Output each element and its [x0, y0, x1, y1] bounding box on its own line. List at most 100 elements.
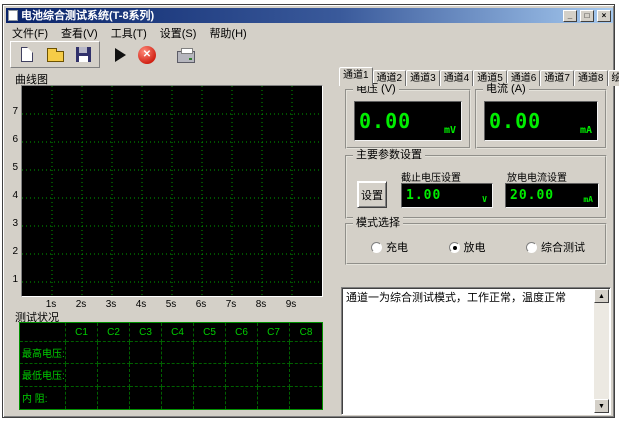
menu-item-4[interactable]: 设置(S)	[160, 25, 197, 41]
toolbar	[6, 41, 613, 68]
mode-radio-label: 综合测试	[541, 239, 585, 255]
app-icon	[8, 10, 18, 21]
parameters-group-label: 主要参数设置	[353, 149, 425, 162]
menu-item-1[interactable]: 文件(F)	[12, 25, 48, 41]
x-tick-label: 6s	[192, 299, 210, 310]
status-value-cell	[290, 364, 322, 386]
column-header-C3: C3	[130, 323, 162, 342]
status-value-cell	[162, 342, 194, 364]
column-header-C6: C6	[226, 323, 258, 342]
tab-3[interactable]: 通道3	[406, 70, 440, 86]
current-unit: mA	[575, 102, 597, 140]
chart-grid	[22, 86, 322, 296]
status-value-cell	[162, 364, 194, 386]
menu-item-5[interactable]: 帮助(H)	[209, 25, 246, 41]
status-value-cell	[258, 364, 290, 386]
status-table: C1C2C3C4C5C6C7C8最高电压:最低电压:内 阻:	[19, 322, 323, 410]
status-value-cell	[98, 342, 130, 364]
x-tick-label: 7s	[222, 299, 240, 310]
new-file-button[interactable]	[16, 44, 38, 65]
x-tick-label: 5s	[162, 299, 180, 310]
x-tick-label: 8s	[252, 299, 270, 310]
parameters-group: 主要参数设置 设置 截止电压设置 1.00 V 放电电流设置 20.00 mA	[345, 155, 607, 219]
radio-button-icon	[449, 242, 460, 253]
settings-button[interactable]: 设置	[357, 181, 387, 208]
mode-radio-label: 充电	[386, 239, 408, 255]
cutoff-voltage-unit: V	[477, 184, 492, 207]
chart-plot-area	[21, 85, 323, 297]
status-value-cell	[194, 387, 226, 409]
tab-8[interactable]: 通道8	[574, 70, 608, 86]
device-settings-button[interactable]	[175, 44, 197, 65]
mode-radio-3[interactable]: 综合测试	[526, 239, 585, 255]
y-tick-label: 6	[6, 134, 18, 145]
menu-item-3[interactable]: 工具(T)	[111, 25, 147, 41]
stop-test-button[interactable]	[136, 44, 158, 65]
open-file-button[interactable]	[44, 44, 66, 65]
mode-radio-2[interactable]: 放电	[449, 239, 486, 255]
discharge-current-label: 放电电流设置	[507, 169, 567, 184]
x-tick-label: 4s	[132, 299, 150, 310]
file-tool-group	[10, 41, 100, 68]
status-value-cell	[66, 364, 98, 386]
save-floppy-icon	[76, 47, 91, 62]
column-header-C1: C1	[66, 323, 98, 342]
mode-group: 模式选择 充电放电综合测试	[345, 223, 607, 265]
window-title: 电池综合测试系统(T-8系列)	[21, 9, 560, 23]
discharge-current-display: 20.00 mA	[505, 183, 599, 208]
column-header-C8: C8	[290, 323, 322, 342]
current-group: 电流 (A) 0.00 mA	[475, 89, 607, 149]
discharge-current-unit: mA	[578, 184, 598, 207]
status-value-cell	[130, 342, 162, 364]
open-folder-icon	[47, 51, 64, 62]
play-icon	[115, 48, 126, 62]
column-header-C2: C2	[98, 323, 130, 342]
status-value-cell	[226, 342, 258, 364]
radio-button-icon	[526, 242, 537, 253]
status-value-cell	[290, 387, 322, 409]
tab-1[interactable]: 通道1	[339, 67, 373, 86]
row-label-2: 最低电压:	[20, 364, 66, 386]
chart-y-axis: 7654321	[5, 85, 19, 297]
tab-9[interactable]: 绘图	[608, 70, 619, 86]
mode-radio-1[interactable]: 充电	[371, 239, 408, 255]
maximize-button[interactable]: □	[580, 10, 594, 22]
log-message: 通道一为综合测试模式，工作正常，温度正常	[346, 291, 590, 305]
minimize-button[interactable]: _	[563, 10, 577, 22]
row-label-3: 内 阻:	[20, 387, 66, 409]
current-display: 0.00 mA	[484, 101, 598, 141]
tab-7[interactable]: 通道7	[540, 70, 574, 86]
scroll-down-button[interactable]	[594, 399, 609, 413]
chart-x-axis: 1s2s3s4s5s6s7s8s9s	[21, 299, 323, 311]
y-tick-label: 4	[6, 190, 18, 201]
stop-icon	[138, 46, 156, 64]
status-value-cell	[66, 387, 98, 409]
cutoff-voltage-value: 1.00	[402, 184, 477, 207]
discharge-current-value: 20.00	[506, 184, 578, 207]
start-test-button[interactable]	[107, 44, 129, 65]
voltage-value: 0.00	[355, 102, 439, 140]
status-value-cell	[98, 364, 130, 386]
status-value-cell	[290, 342, 322, 364]
title-bar[interactable]: 电池综合测试系统(T-8系列) _ □ ×	[6, 8, 613, 23]
status-value-cell	[194, 364, 226, 386]
tab-4[interactable]: 通道4	[440, 70, 474, 86]
y-tick-label: 3	[6, 218, 18, 229]
save-button[interactable]	[72, 44, 94, 65]
close-button[interactable]: ×	[597, 10, 611, 22]
log-scrollbar[interactable]	[594, 289, 609, 413]
current-group-label: 电流 (A)	[483, 83, 529, 96]
voltage-unit: mV	[439, 102, 461, 140]
column-header-C4: C4	[162, 323, 194, 342]
column-header-C5: C5	[194, 323, 226, 342]
x-tick-label: 3s	[102, 299, 120, 310]
scroll-up-button[interactable]	[594, 289, 609, 303]
voltage-group: 电压 (V) 0.00 mV	[345, 89, 471, 149]
printer-icon	[177, 51, 195, 63]
voltage-display: 0.00 mV	[354, 101, 462, 141]
status-value-cell	[226, 387, 258, 409]
menu-item-2[interactable]: 查看(V)	[61, 25, 98, 41]
y-tick-label: 2	[6, 246, 18, 257]
status-value-cell	[130, 364, 162, 386]
x-tick-label: 2s	[72, 299, 90, 310]
